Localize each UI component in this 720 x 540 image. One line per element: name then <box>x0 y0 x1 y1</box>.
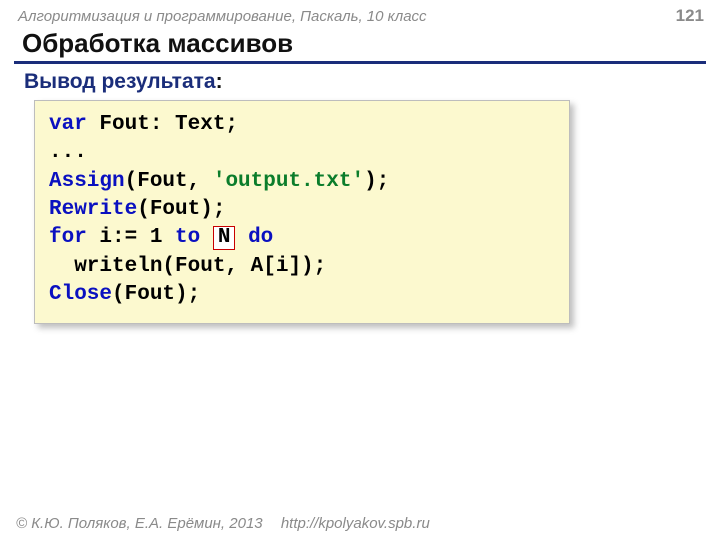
section-subtitle: Вывод результата: <box>0 70 720 100</box>
code-text: Fout: Text; <box>87 113 238 136</box>
code-text: ); <box>364 170 389 193</box>
footer-url: http://kpolyakov.spb.ru <box>281 515 430 532</box>
code-text <box>235 226 248 249</box>
copyright: © К.Ю. Поляков, Е.А. Ерёмин, 2013 <box>16 515 263 532</box>
code-text: ... <box>49 141 87 164</box>
code-text: (Fout); <box>137 198 225 221</box>
kw-do: do <box>248 226 273 249</box>
subtitle-colon: : <box>216 70 223 93</box>
course-title: Алгоритмизация и программирование, Паска… <box>18 8 427 25</box>
slide-footer: © К.Ю. Поляков, Е.А. Ерёмин, 2013 http:/… <box>0 509 720 540</box>
code-text: writeln(Fout, A[i]); <box>49 255 326 278</box>
kw-var: var <box>49 113 87 136</box>
string-literal: 'output.txt' <box>213 170 364 193</box>
title-rule <box>14 61 706 64</box>
code-text: i:= 1 <box>87 226 175 249</box>
code-block: var Fout: Text; ... Assign(Fout, 'output… <box>34 100 570 324</box>
kw-assign: Assign <box>49 170 125 193</box>
page-number: 121 <box>676 6 704 26</box>
kw-for: for <box>49 226 87 249</box>
code-text <box>200 226 213 249</box>
kw-to: to <box>175 226 200 249</box>
page-title: Обработка массивов <box>0 28 720 61</box>
subtitle-text: Вывод результата <box>24 70 216 93</box>
kw-close: Close <box>49 283 112 306</box>
highlight-n: N <box>213 226 236 250</box>
kw-rewrite: Rewrite <box>49 198 137 221</box>
slide-header: Алгоритмизация и программирование, Паска… <box>0 0 720 28</box>
code-text: (Fout, <box>125 170 213 193</box>
code-text: (Fout); <box>112 283 200 306</box>
